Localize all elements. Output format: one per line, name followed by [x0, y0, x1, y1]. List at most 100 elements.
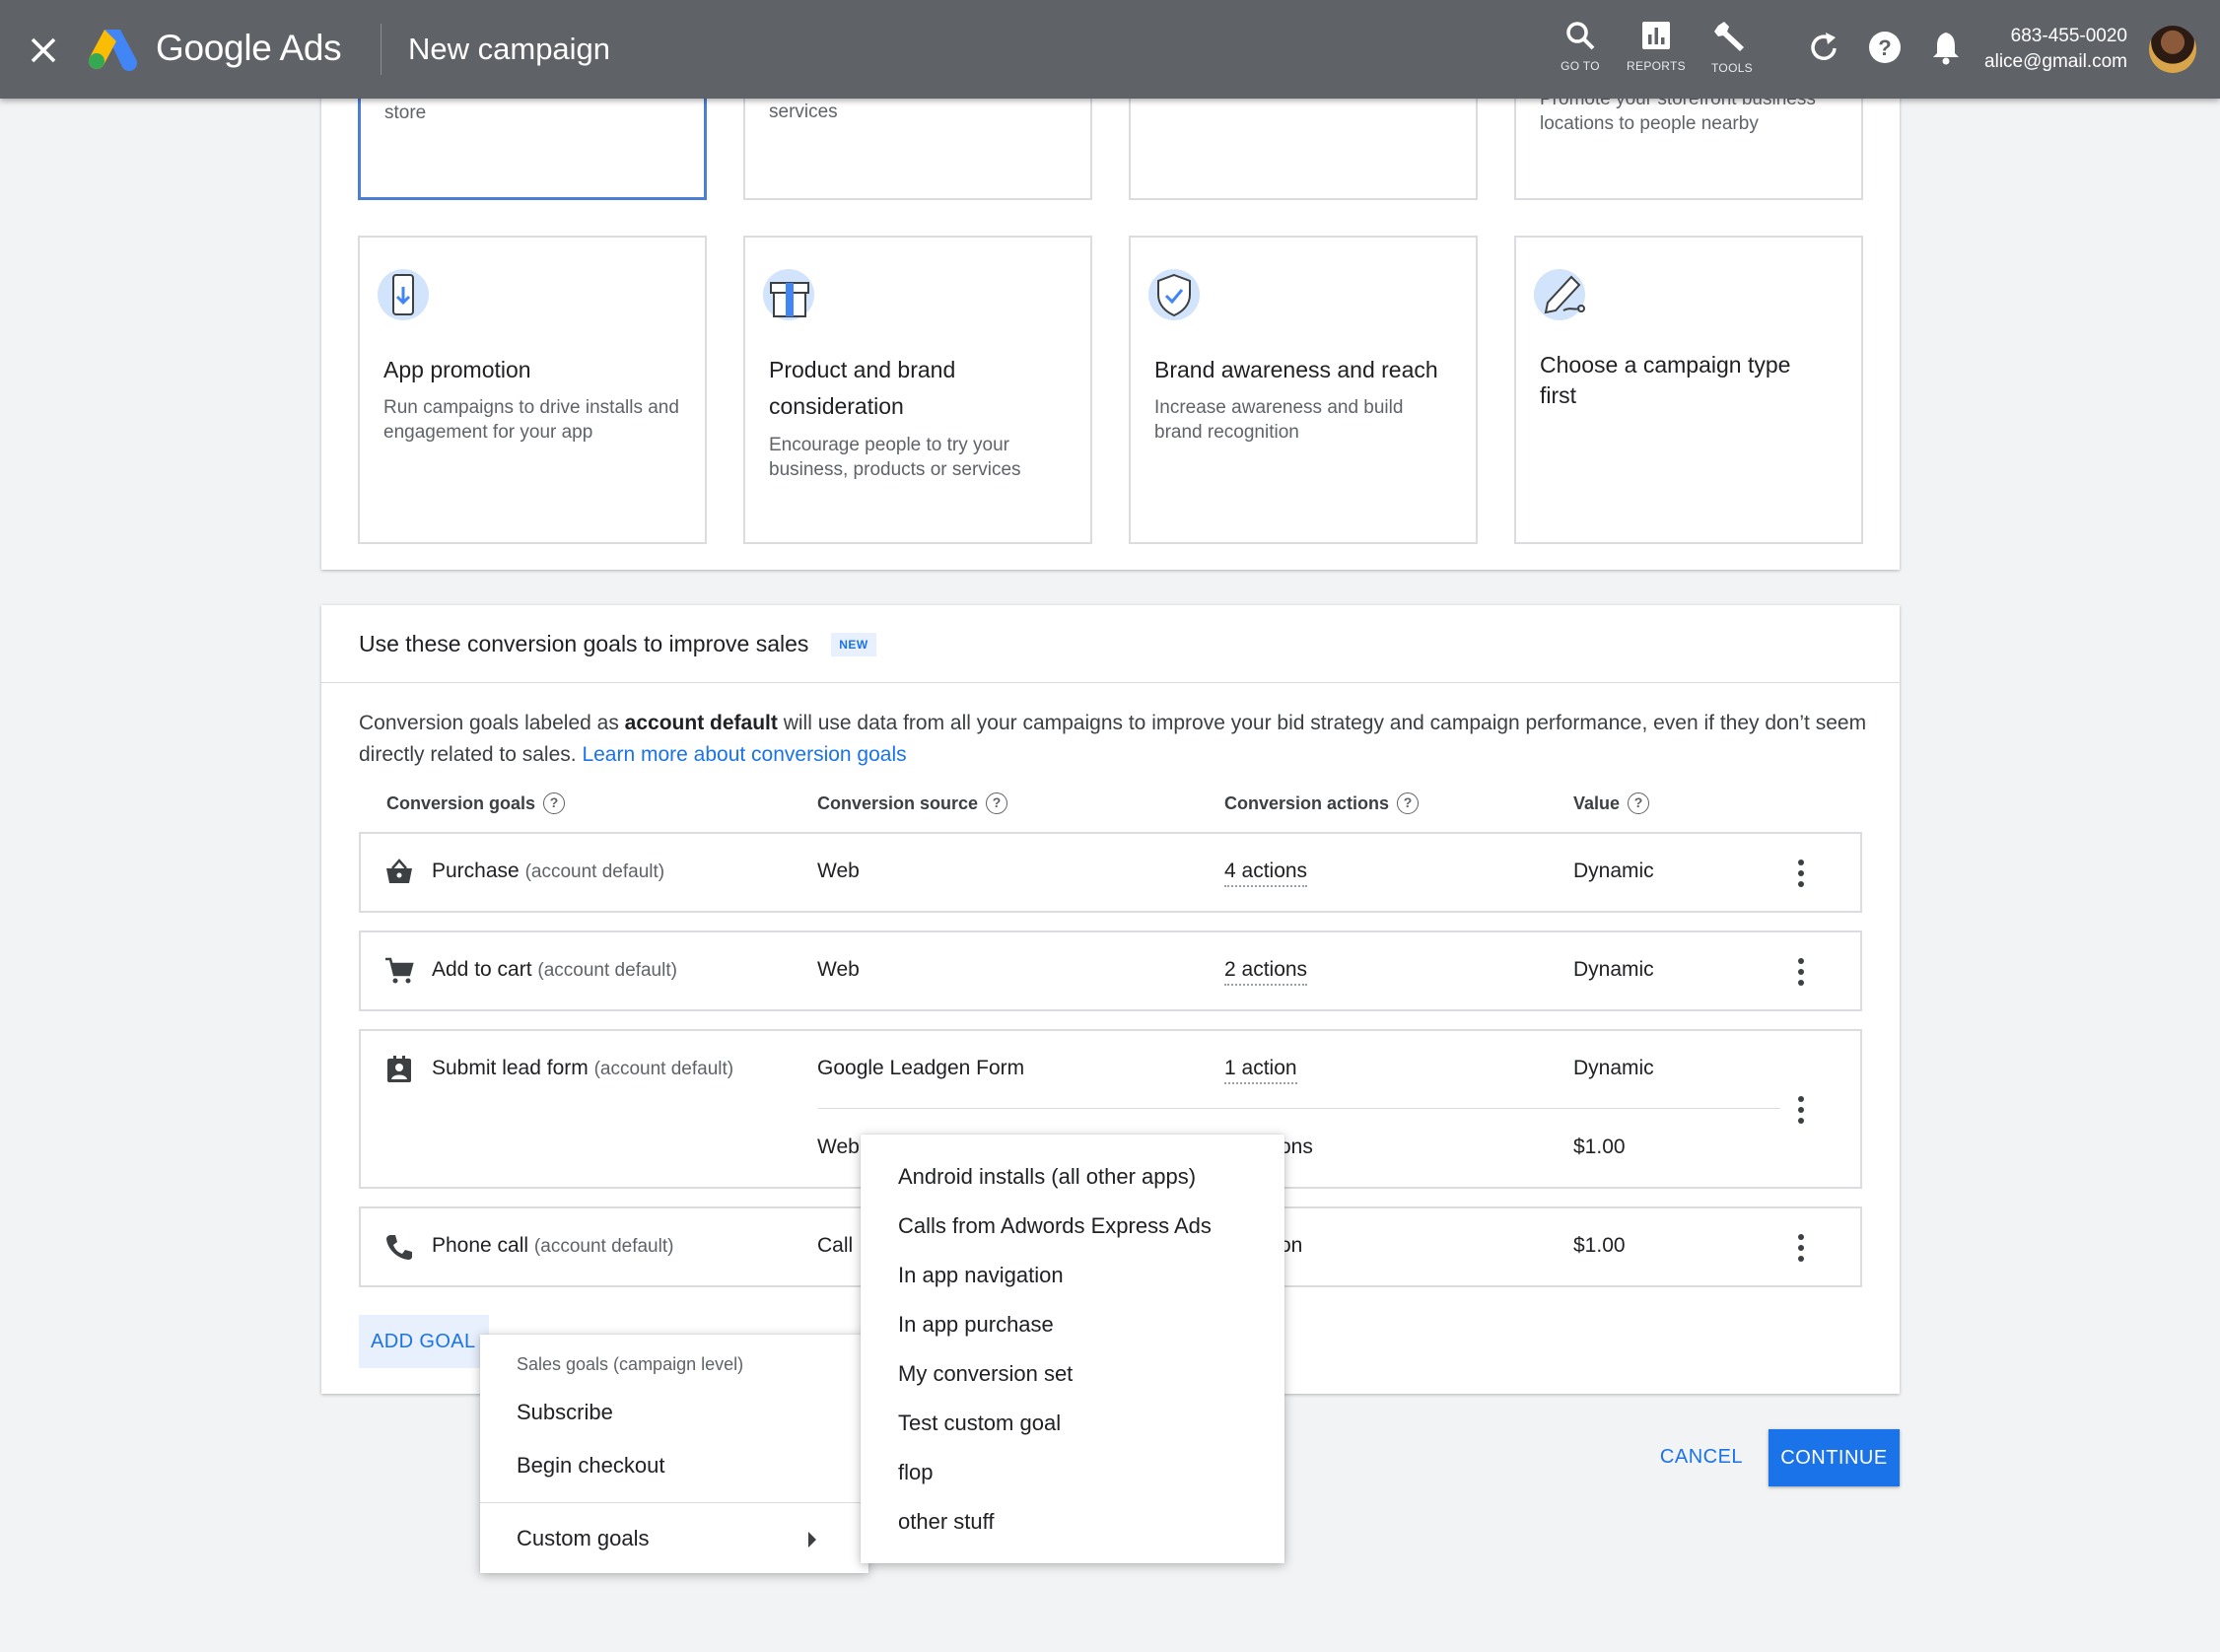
goal-row-purchase[interactable]: Purchase (account default) Web 4 actions…	[359, 832, 1862, 913]
more-vert-icon[interactable]	[1796, 860, 1806, 889]
card-description: Encourage people to try your business, p…	[769, 435, 1021, 480]
custom-goal-item[interactable]: Android installs (all other apps)	[898, 1164, 1196, 1190]
card-description: Run campaigns to drive installs and enga…	[383, 397, 679, 443]
col-header-source-label: Conversion source	[817, 792, 979, 813]
search-icon	[1566, 22, 1595, 50]
top-app-bar: Google Ads New campaign GO TO REPORTS TO…	[0, 0, 2220, 99]
goal-actions[interactable]: 2 actions	[1224, 958, 1308, 986]
reports-label: REPORTS	[1627, 59, 1686, 73]
col-header-actions-label: Conversion actions	[1224, 792, 1390, 813]
goal-actions-2[interactable]: ons	[1280, 1136, 1313, 1159]
tools-label: TOOLS	[1711, 61, 1753, 75]
card-description: Increase awareness and build brand recog…	[1154, 397, 1404, 443]
continue-button[interactable]: CONTINUE	[1769, 1429, 1900, 1486]
goal-name-cell: Submit lead form (account default)	[432, 1057, 733, 1080]
more-vert-icon[interactable]	[1796, 1234, 1806, 1264]
goal-name-cell: Phone call (account default)	[432, 1234, 673, 1258]
account-phone: 683-455-0020	[2010, 26, 2127, 46]
goals-title: Use these conversion goals to improve sa…	[359, 631, 809, 656]
goal-value-2: $1.00	[1573, 1136, 1626, 1158]
goal-name: Purchase	[432, 860, 520, 882]
custom-goal-item[interactable]: In app navigation	[898, 1263, 1064, 1288]
custom-goal-item[interactable]: In app purchase	[898, 1312, 1054, 1338]
help-circle-icon[interactable]: ?	[1628, 792, 1650, 814]
goal-actions[interactable]: 4 actions	[1224, 860, 1308, 887]
phone-download-icon	[378, 269, 429, 320]
col-header-source: Conversion source ?	[817, 792, 1008, 814]
goals-intro-text: Conversion goals labeled as account defa…	[359, 708, 1877, 771]
row-divider	[818, 1108, 1780, 1109]
menu-item-custom-goals[interactable]: Custom goals	[517, 1526, 650, 1551]
goal-value: Dynamic	[1573, 860, 1654, 882]
goal-name: Phone call	[432, 1234, 529, 1257]
card-title: Choose a campaign type first	[1540, 352, 1791, 408]
avatar[interactable]	[2149, 26, 2196, 73]
goal-source: Web	[817, 958, 860, 981]
goal-name-cell: Add to cart (account default)	[432, 958, 677, 982]
shopping-basket-icon	[386, 859, 412, 883]
goal-source: Web	[817, 860, 860, 882]
goal-name: Submit lead form	[432, 1057, 589, 1079]
custom-goal-item[interactable]: Test custom goal	[898, 1411, 1061, 1436]
gift-icon	[763, 269, 814, 320]
tools-button[interactable]: TOOLS	[1698, 20, 1767, 75]
more-vert-icon[interactable]	[1796, 958, 1806, 988]
menu-item-subscribe[interactable]: Subscribe	[517, 1400, 613, 1425]
objective-card-product-brand[interactable]: Product and brand consideration Encourag…	[743, 236, 1092, 544]
learn-more-link[interactable]: Learn more about conversion goals	[582, 743, 906, 766]
goal-default-tag: (account default)	[537, 960, 677, 981]
menu-item-begin-checkout[interactable]: Begin checkout	[517, 1453, 664, 1479]
reports-button[interactable]: REPORTS	[1622, 20, 1691, 73]
bar-chart-icon	[1642, 22, 1670, 49]
header-divider	[381, 24, 382, 75]
custom-goal-item[interactable]: My conversion set	[898, 1361, 1073, 1387]
col-header-goals: Conversion goals ?	[386, 792, 566, 814]
account-info[interactable]: 683-455-0020 alice@gmail.com	[1984, 24, 2127, 75]
objective-card-brand-awareness[interactable]: Brand awareness and reach Increase aware…	[1129, 236, 1478, 544]
help-circle-icon[interactable]: ?	[986, 792, 1008, 814]
goal-actions[interactable]: 1 action	[1224, 1057, 1297, 1084]
help-circle-icon[interactable]: ?	[1397, 792, 1420, 814]
goal-row-add-to-cart[interactable]: Add to cart (account default) Web 2 acti…	[359, 930, 1862, 1011]
more-vert-icon[interactable]	[1796, 1096, 1806, 1126]
help-circle-icon[interactable]: ?	[543, 792, 566, 814]
menu-divider	[480, 1502, 868, 1503]
goal-name-cell: Purchase (account default)	[432, 860, 664, 883]
intro-bold: account default	[624, 712, 778, 734]
menu-section-header: Sales goals (campaign level)	[517, 1354, 744, 1374]
goal-source: Google Leadgen Form	[817, 1057, 1025, 1079]
objective-card-no-goal[interactable]: Choose a campaign type first	[1514, 236, 1863, 544]
goal-value: Dynamic	[1573, 958, 1654, 981]
col-header-goals-label: Conversion goals	[386, 792, 536, 813]
cancel-button[interactable]: CANCEL	[1646, 1429, 1757, 1484]
goal-source-2: Web	[817, 1136, 860, 1158]
shield-check-icon	[1148, 269, 1200, 320]
product-name: Google Ads	[156, 28, 342, 68]
close-icon[interactable]	[28, 32, 59, 67]
col-header-value: Value ?	[1573, 792, 1650, 814]
custom-goal-item[interactable]: flop	[898, 1460, 933, 1485]
goal-value: $1.00	[1573, 1234, 1626, 1257]
cart-icon	[385, 957, 414, 984]
objective-cards-panel: online, in-app, by phone, or in-store in…	[321, 49, 1900, 570]
col-header-actions: Conversion actions ?	[1224, 792, 1420, 814]
objective-card-app-promotion[interactable]: App promotion Run campaigns to drive ins…	[358, 236, 707, 544]
add-goal-button[interactable]: ADD GOAL	[359, 1315, 489, 1368]
custom-goal-item[interactable]: other stuff	[898, 1509, 994, 1535]
new-badge: NEW	[831, 633, 876, 656]
svg-text:?: ?	[1878, 35, 1891, 60]
refresh-icon[interactable]	[1808, 30, 1839, 65]
card-title: Brand awareness and reach	[1154, 357, 1438, 382]
custom-goal-item[interactable]: Calls from Adwords Express Ads	[898, 1213, 1212, 1239]
goal-default-tag: (account default)	[533, 1236, 674, 1257]
notifications-bell-icon[interactable]	[1930, 30, 1962, 65]
custom-goals-submenu: Android installs (all other apps) Calls …	[861, 1135, 1284, 1563]
goal-default-tag: (account default)	[593, 1059, 734, 1079]
submenu-arrow-icon[interactable]	[808, 1532, 816, 1548]
col-header-value-label: Value	[1573, 792, 1621, 813]
help-icon[interactable]: ?	[1867, 30, 1903, 65]
wrench-icon	[1714, 22, 1744, 51]
pencil-icon	[1534, 269, 1585, 320]
goto-button[interactable]: GO TO	[1546, 20, 1615, 73]
goals-header: Use these conversion goals to improve sa…	[321, 605, 1900, 683]
